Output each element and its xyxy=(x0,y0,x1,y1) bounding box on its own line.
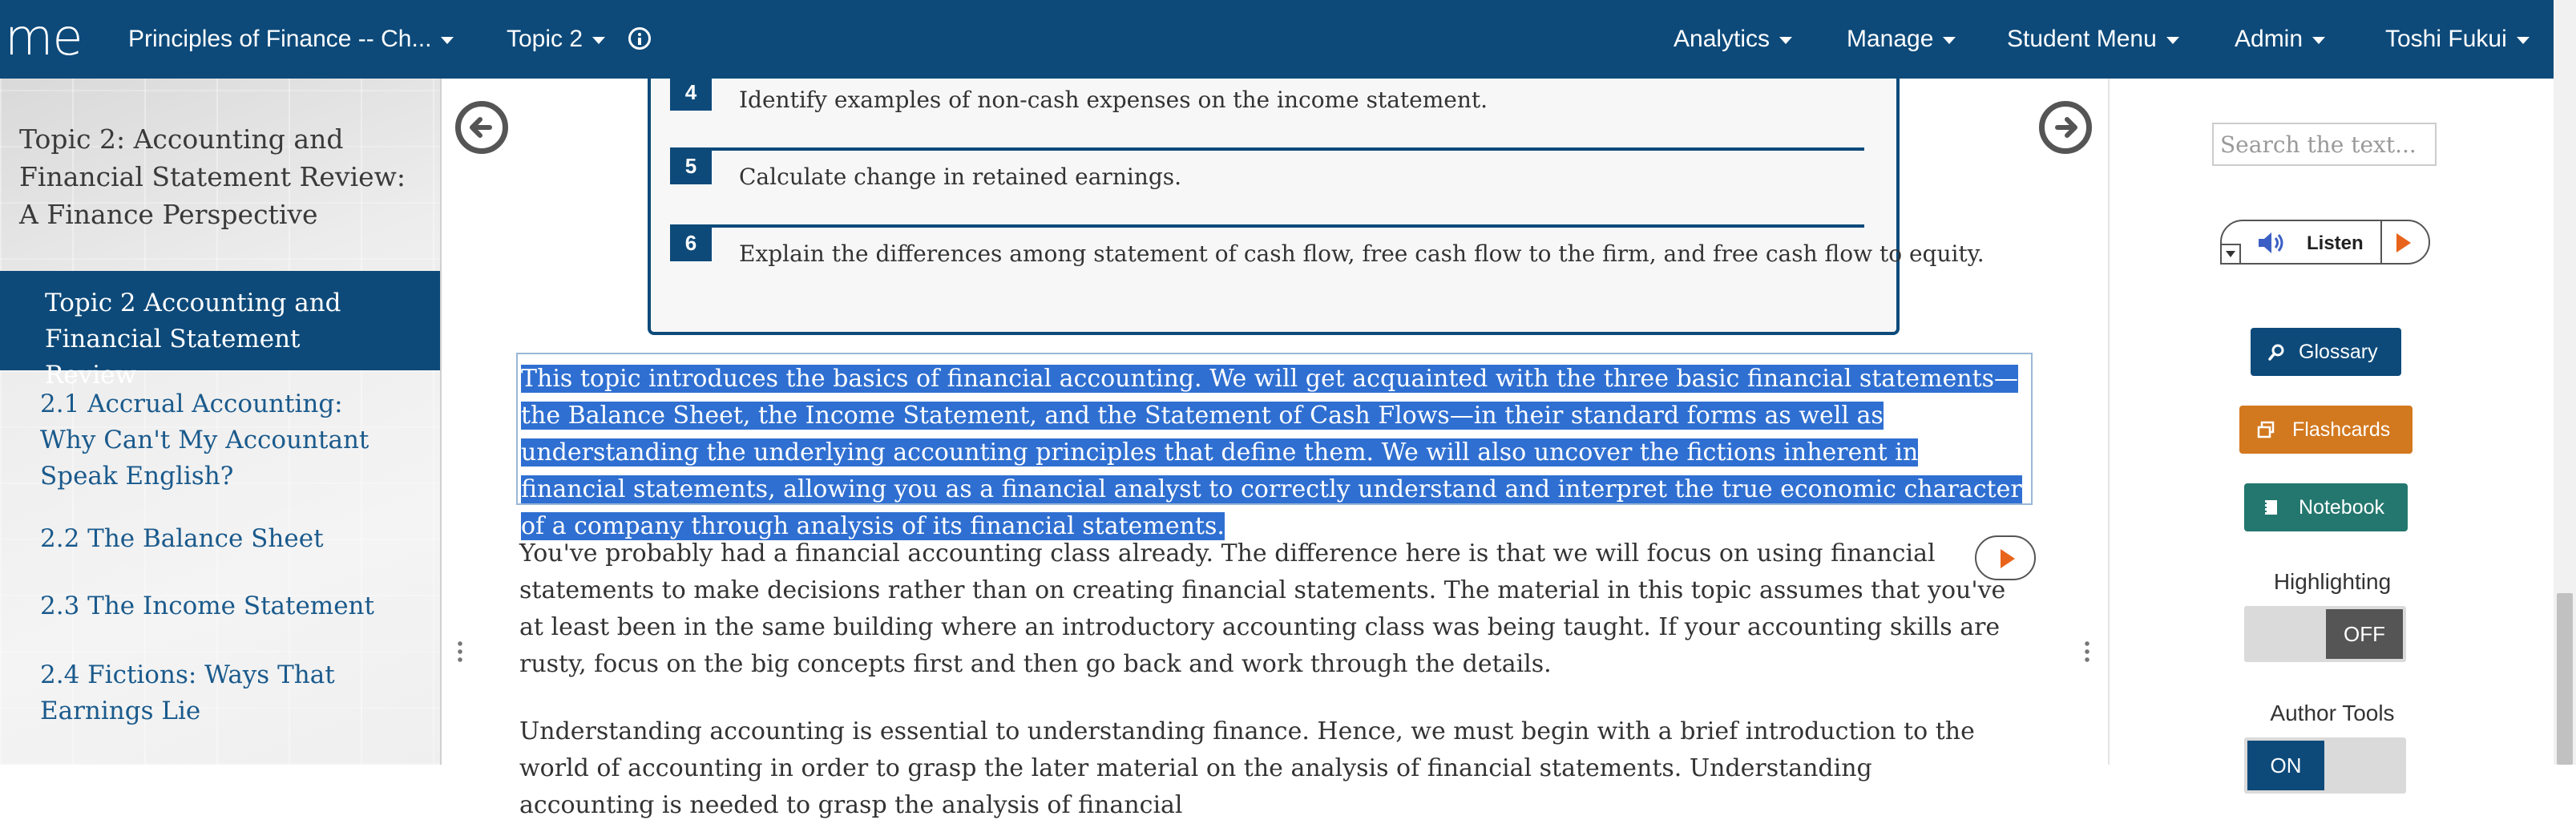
tools-panel: Listen Glossary Flashcards Notebook High… xyxy=(2108,79,2555,794)
listen-label: Listen xyxy=(2307,232,2364,254)
chevron-down-icon xyxy=(441,36,454,44)
objective-text: Calculate change in retained earnings. xyxy=(739,164,1182,190)
user-menu-label: Toshi Fukui xyxy=(2385,26,2507,52)
chevron-down-icon xyxy=(2516,36,2530,44)
chevron-down-icon xyxy=(592,36,606,44)
toggle-state: ON xyxy=(2247,741,2324,790)
toc-current-section[interactable]: Topic 2 Accounting and Financial Stateme… xyxy=(0,271,440,390)
objective-divider xyxy=(670,147,1864,151)
arrow-right-icon xyxy=(2055,117,2077,138)
sidebar-topic-title: Topic 2: Accounting and Financial Statem… xyxy=(19,123,406,230)
objective-number: 5 xyxy=(670,147,712,184)
toggle-state: OFF xyxy=(2326,609,2403,659)
toc-current-label: Topic 2 Accounting and Financial Stateme… xyxy=(45,289,341,390)
body-paragraph: You've probably had a financial accounti… xyxy=(519,539,2006,678)
prev-page-button[interactable] xyxy=(455,101,508,154)
flashcards-label: Flashcards xyxy=(2292,418,2391,441)
speaker-icon xyxy=(2259,232,2283,253)
user-menu[interactable]: Toshi Fukui xyxy=(2385,0,2530,79)
notebook-icon xyxy=(2263,500,2277,515)
play-icon[interactable] xyxy=(2396,233,2411,252)
chevron-down-icon xyxy=(1943,36,1956,44)
objective-row: 5 Calculate change in retained earnings. xyxy=(670,147,1864,221)
toc-item[interactable]: 2.2 The Balance Sheet xyxy=(40,521,393,557)
next-page-button[interactable] xyxy=(2039,101,2092,154)
topic-menu[interactable]: Topic 2 xyxy=(507,0,606,79)
top-navbar: me Principles of Finance -- Ch... Topic … xyxy=(0,0,2554,79)
listen-divider xyxy=(2380,221,2382,263)
left-resize-handle[interactable] xyxy=(458,640,462,664)
analytics-menu[interactable]: Analytics xyxy=(1674,0,1793,79)
highlighting-label: Highlighting xyxy=(2273,569,2392,594)
flashcards-button[interactable]: Flashcards xyxy=(2239,406,2412,454)
objective-row: 4 Identify examples of non-cash expenses… xyxy=(670,74,1864,147)
page-scrollbar[interactable] xyxy=(2554,0,2576,765)
objective-divider xyxy=(670,224,1864,228)
highlighting-toggle[interactable]: OFF xyxy=(2244,606,2406,662)
objective-text: Explain the differences among statement … xyxy=(739,240,1984,267)
admin-menu[interactable]: Admin xyxy=(2235,0,2326,79)
scrollbar-thumb[interactable] xyxy=(2557,593,2573,765)
topic-menu-label: Topic 2 xyxy=(507,26,583,52)
author-tools-toggle[interactable]: ON xyxy=(2244,737,2406,794)
glossary-label: Glossary xyxy=(2299,341,2378,363)
toc-item[interactable]: 2.3 The Income Statement xyxy=(40,588,393,624)
site-logo[interactable]: me xyxy=(5,10,83,66)
objective-number: 6 xyxy=(670,224,712,261)
student-menu-label: Student Menu xyxy=(2007,26,2157,52)
chevron-down-icon xyxy=(2312,36,2326,44)
learning-objectives-box: 4 Identify examples of non-cash expenses… xyxy=(648,74,1984,335)
body-paragraph: Understanding accounting is essential to… xyxy=(519,717,1975,819)
objective-number: 4 xyxy=(670,74,712,111)
toc-sidebar: Topic 2: Accounting and Financial Statem… xyxy=(0,79,442,765)
intro-paragraph-block[interactable]: This topic introduces the basics of fina… xyxy=(516,353,2033,540)
objective-text: Identify examples of non-cash expenses o… xyxy=(739,87,1488,113)
search-icon xyxy=(2268,344,2284,361)
listen-options-dropdown[interactable] xyxy=(2220,244,2241,265)
notebook-button[interactable]: Notebook xyxy=(2244,483,2408,531)
right-resize-handle[interactable] xyxy=(2085,640,2089,664)
manage-menu[interactable]: Manage xyxy=(1847,0,1956,79)
flashcards-icon xyxy=(2257,421,2275,438)
selected-text: This topic introduces the basics of fina… xyxy=(521,365,2022,540)
paragraph-play-button[interactable] xyxy=(1975,535,2036,580)
toc-item[interactable]: 2.1 Accrual Accounting: Why Can't My Acc… xyxy=(40,386,393,495)
glossary-button[interactable]: Glossary xyxy=(2251,328,2401,376)
chevron-down-icon xyxy=(1779,36,1793,44)
author-tools-label: Author Tools xyxy=(2270,701,2395,725)
intro-paragraph: This topic introduces the basics of fina… xyxy=(521,361,2028,545)
info-icon[interactable] xyxy=(628,27,651,50)
student-menu[interactable]: Student Menu xyxy=(2007,0,2179,79)
notebook-label: Notebook xyxy=(2299,496,2385,519)
objective-row: 6 Explain the differences among statemen… xyxy=(670,224,1984,298)
manage-menu-label: Manage xyxy=(1847,26,1934,52)
course-menu[interactable]: Principles of Finance -- Ch... xyxy=(128,0,454,79)
listen-widget[interactable]: Listen xyxy=(2220,220,2430,265)
analytics-menu-label: Analytics xyxy=(1674,26,1770,52)
course-menu-label: Principles of Finance -- Ch... xyxy=(128,26,432,52)
search-input[interactable] xyxy=(2212,123,2437,166)
admin-menu-label: Admin xyxy=(2235,26,2303,52)
arrow-left-icon xyxy=(470,117,492,138)
toc-item[interactable]: 2.4 Fictions: Ways That Earnings Lie xyxy=(40,657,393,729)
chevron-down-icon xyxy=(2166,36,2179,44)
